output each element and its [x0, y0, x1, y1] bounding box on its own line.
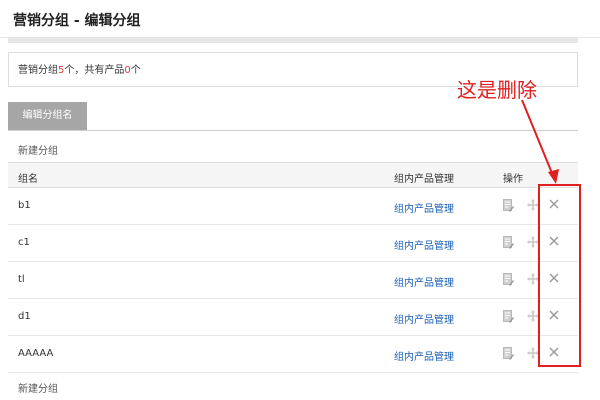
annotation-arrow: [521, 99, 559, 184]
annotation-highlight-box: [538, 184, 581, 367]
